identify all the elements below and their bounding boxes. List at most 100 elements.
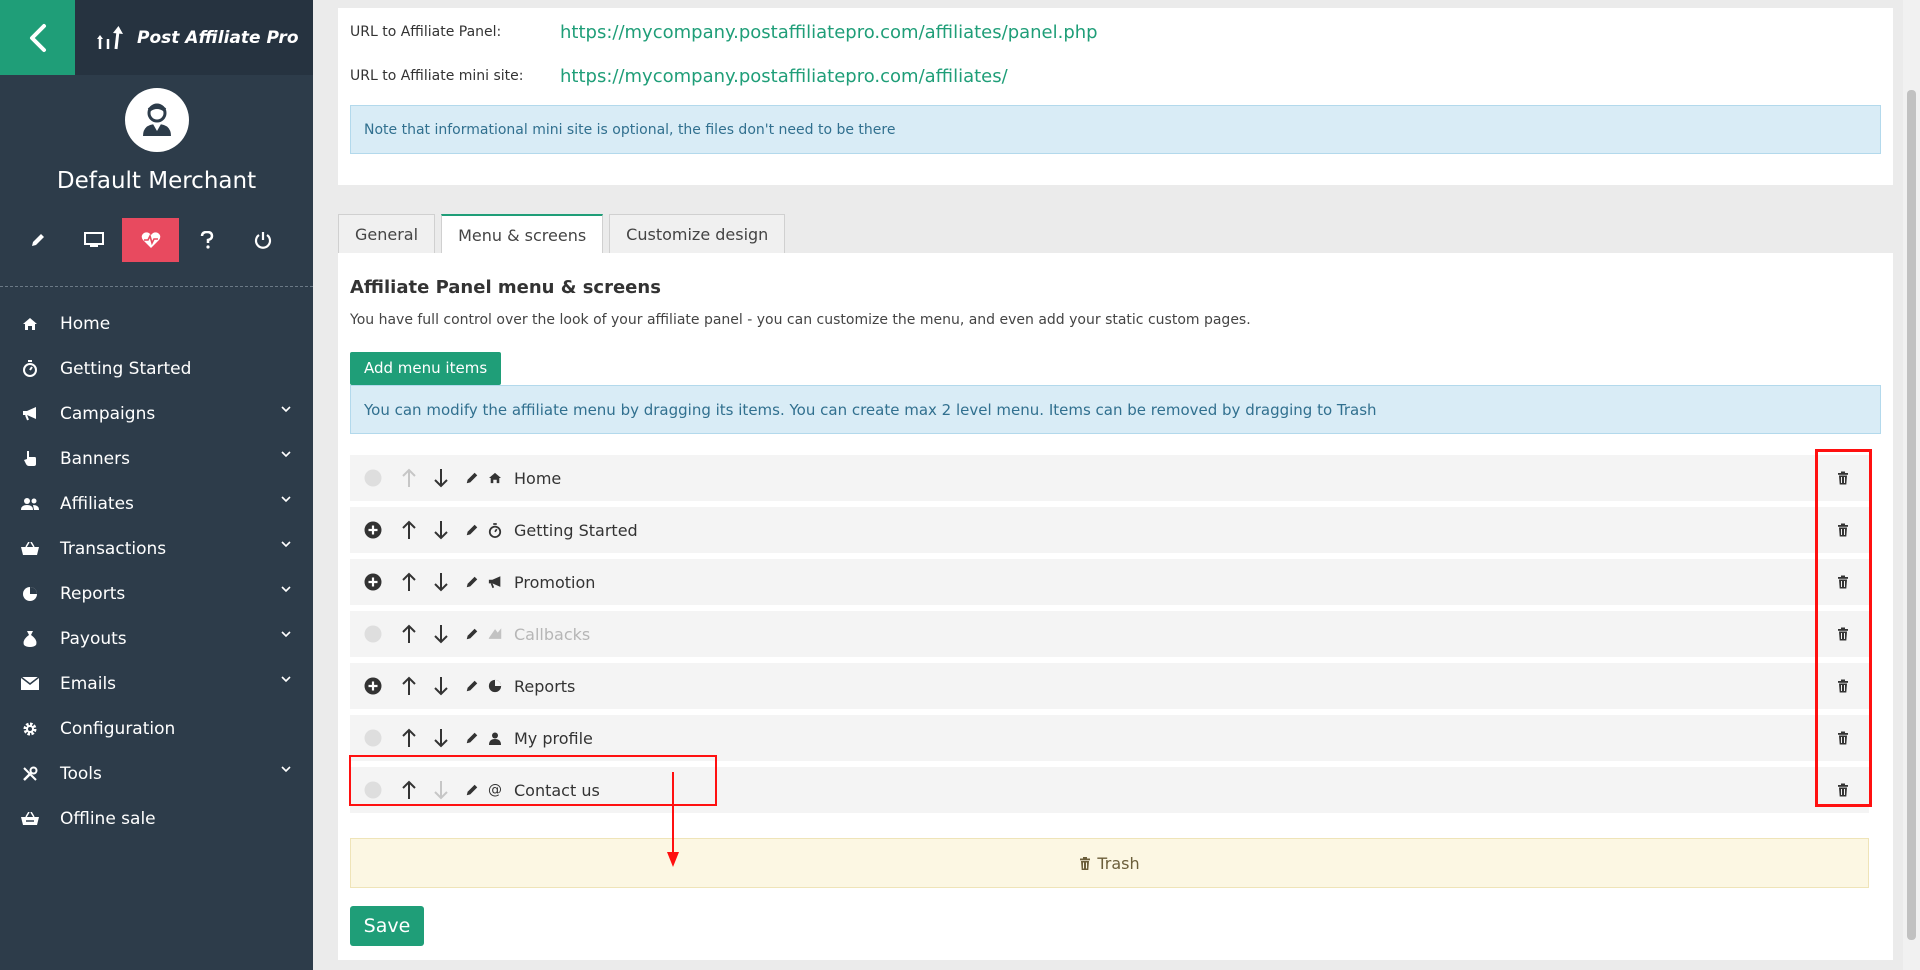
main-content: URL to Affiliate Panel: https://mycompan… [313, 0, 1903, 970]
arrow-down-icon[interactable] [431, 468, 451, 488]
tab-customize-design[interactable]: Customize design [609, 214, 786, 254]
brand[interactable]: Post Affiliate Pro [75, 0, 313, 75]
user-avatar-icon [142, 103, 171, 136]
sidebar-item-label: Tools [60, 763, 102, 784]
sidebar-item-banners[interactable]: Banners [0, 436, 313, 481]
chevron-down-icon [281, 631, 291, 638]
chevron-down-icon [281, 406, 291, 413]
tab-menu-screens[interactable]: Menu & screens [441, 214, 604, 254]
menu-item-row[interactable]: Home [350, 455, 1869, 501]
chevron-down-icon [281, 676, 291, 683]
sidebar-item-reports[interactable]: Reports [0, 571, 313, 616]
pencil-icon[interactable] [462, 624, 482, 644]
arrow-up-icon[interactable] [399, 624, 419, 644]
stopwatch-icon [20, 359, 40, 379]
sidebar: Post Affiliate Pro Default Merchant Home… [0, 0, 313, 970]
minisite-note: Note that informational mini site is opt… [350, 105, 1881, 154]
menu-item-row[interactable]: Promotion [350, 559, 1869, 605]
edit-profile-button[interactable] [10, 218, 66, 262]
megaphone-icon [487, 574, 503, 590]
chevron-down-icon [281, 586, 291, 593]
sidebar-item-configuration[interactable]: Configuration [0, 706, 313, 751]
arrow-down-icon[interactable] [431, 572, 451, 592]
pencil-icon[interactable] [462, 676, 482, 696]
sidebar-item-transactions[interactable]: Transactions [0, 526, 313, 571]
panel-url-link[interactable]: https://mycompany.postaffiliatepro.com/a… [560, 22, 1098, 43]
chevron-left-icon [29, 23, 46, 52]
money-bag-icon [20, 629, 40, 649]
arrow-down-icon[interactable] [431, 728, 451, 748]
save-button[interactable]: Save [350, 906, 424, 946]
tab-general[interactable]: General [338, 214, 436, 254]
add-menu-items-button[interactable]: Add menu items [350, 352, 502, 385]
callbacks-icon [487, 626, 503, 642]
sidebar-item-label: Home [60, 313, 111, 334]
sidebar-item-campaigns[interactable]: Campaigns [0, 391, 313, 436]
panel-url-row: URL to Affiliate Panel: https://mycompan… [350, 10, 1881, 54]
menu-item-row[interactable]: Getting Started [350, 507, 1869, 553]
arrow-up-icon[interactable] [399, 520, 419, 540]
minisite-url-link[interactable]: https://mycompany.postaffiliatepro.com/a… [560, 66, 1008, 87]
help-button[interactable] [179, 218, 235, 262]
placeholder-circle-icon [363, 468, 383, 488]
pencil-icon[interactable] [462, 520, 482, 540]
sidebar-item-affiliates[interactable]: Affiliates [0, 481, 313, 526]
pencil-icon[interactable] [462, 572, 482, 592]
pencil-icon [32, 234, 45, 246]
sidebar-item-getting-started[interactable]: Getting Started [0, 346, 313, 391]
trash-drop-zone[interactable]: Trash [350, 838, 1869, 888]
avatar[interactable] [124, 88, 189, 152]
sidebar-item-label: Reports [60, 583, 126, 604]
menu-item-row[interactable]: Callbacks [350, 611, 1869, 657]
vertical-scrollbar[interactable] [1903, 0, 1920, 970]
drag-info-box: You can modify the affiliate menu by dra… [350, 385, 1881, 434]
home-icon [20, 314, 40, 334]
sidebar-header: Post Affiliate Pro [0, 0, 313, 75]
scrollbar-thumb[interactable] [1907, 90, 1916, 940]
menu-item-label: Getting Started [514, 521, 638, 540]
pencil-icon[interactable] [462, 728, 482, 748]
arrow-up-icon[interactable] [399, 676, 419, 696]
pie-chart-icon [487, 678, 503, 694]
arrow-up-icon[interactable] [399, 728, 419, 748]
panel-url-label: URL to Affiliate Panel: [350, 24, 502, 40]
arrow-down-icon[interactable] [431, 520, 451, 540]
chevron-down-icon [281, 766, 291, 773]
sidebar-item-label: Emails [60, 673, 117, 694]
logout-button[interactable] [235, 218, 291, 262]
arrow-down-icon[interactable] [431, 676, 451, 696]
sidebar-item-label: Banners [60, 448, 130, 469]
trash-icon [1080, 856, 1091, 870]
contact-us-highlight [349, 755, 717, 806]
expand-plus-icon[interactable] [363, 520, 383, 540]
settings-tabs: General Menu & screens Customize design [338, 214, 786, 254]
sidebar-item-tools[interactable]: Tools [0, 751, 313, 796]
health-button[interactable] [122, 218, 179, 262]
expand-plus-icon[interactable] [363, 572, 383, 592]
back-button[interactable] [0, 0, 75, 75]
sidebar-item-home[interactable]: Home [0, 301, 313, 346]
sidebar-item-label: Campaigns [60, 403, 156, 424]
brand-name: Post Affiliate Pro [137, 27, 299, 48]
sidebar-toolbar [0, 218, 313, 262]
stopwatch-icon [487, 522, 503, 538]
pencil-icon[interactable] [462, 468, 482, 488]
minisite-url-row: URL to Affiliate mini site: https://myco… [350, 54, 1881, 98]
menu-item-label: Promotion [514, 573, 596, 592]
expand-plus-icon[interactable] [363, 676, 383, 696]
sidebar-item-payouts[interactable]: Payouts [0, 616, 313, 661]
sidebar-divider [0, 286, 313, 287]
arrow-up-icon[interactable] [399, 572, 419, 592]
home-icon [487, 470, 503, 486]
monitor-icon [84, 232, 105, 247]
tools-icon [20, 764, 40, 784]
sidebar-item-label: Getting Started [60, 358, 192, 379]
menu-item-row[interactable]: Reports [350, 663, 1869, 709]
monitor-button[interactable] [66, 218, 122, 262]
placeholder-circle-icon [363, 624, 383, 644]
arrow-down-icon[interactable] [431, 624, 451, 644]
trash-label: Trash [1097, 853, 1140, 873]
sidebar-item-emails[interactable]: Emails [0, 661, 313, 706]
sidebar-item-offline-sale[interactable]: Offline sale [0, 796, 313, 841]
basket-icon [20, 539, 40, 559]
